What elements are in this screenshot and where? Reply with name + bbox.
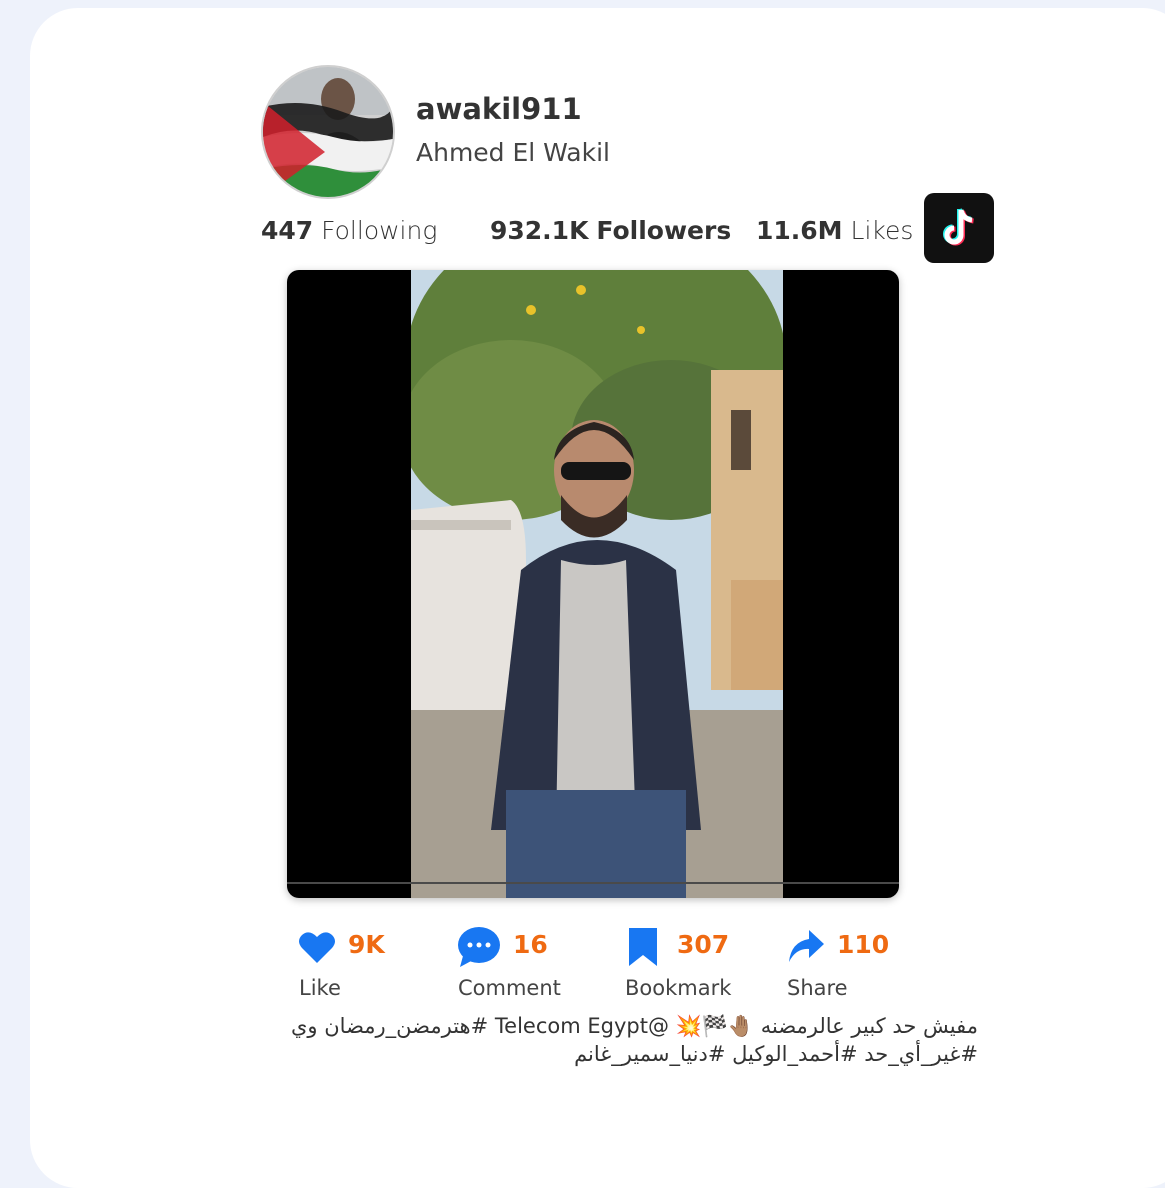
- followers-count: 932.1K: [490, 216, 589, 245]
- like-count: 9K: [348, 930, 385, 959]
- share-arrow-icon: [789, 930, 824, 962]
- stat-followers[interactable]: 932.1K Followers: [490, 216, 731, 245]
- following-label: Following: [321, 216, 438, 245]
- share-count: 110: [837, 930, 890, 959]
- stat-likes[interactable]: 11.6M Likes: [756, 216, 913, 245]
- avatar[interactable]: [261, 65, 395, 199]
- stat-following[interactable]: 447 Following: [261, 216, 437, 245]
- likes-count: 11.6M: [756, 216, 843, 245]
- tiktok-logo-button[interactable]: [924, 193, 994, 263]
- likes-label: Likes: [850, 216, 914, 245]
- bookmark-count: 307: [677, 930, 730, 959]
- video-player[interactable]: [287, 270, 899, 898]
- tiktok-icon: [943, 208, 974, 246]
- share-label: Share: [787, 976, 848, 1000]
- video-progress-track[interactable]: [287, 882, 899, 884]
- username[interactable]: awakil911: [416, 92, 582, 126]
- following-count: 447: [261, 216, 314, 245]
- like-label: Like: [299, 976, 341, 1000]
- video-frame: [411, 270, 783, 898]
- heart-icon: [299, 932, 335, 963]
- display-name: Ahmed El Wakil: [416, 138, 610, 167]
- followers-label: Followers: [596, 216, 732, 245]
- comment-label: Comment: [458, 976, 561, 1000]
- speech-bubble-icon: [458, 927, 500, 967]
- post-caption: مفيش حد كبير عالرمضنه 🤚🏽🏁💥 @Telecom Egyp…: [291, 1014, 978, 1066]
- comment-count: 16: [513, 930, 548, 959]
- bookmark-icon: [629, 928, 657, 966]
- bookmark-label: Bookmark: [625, 976, 732, 1000]
